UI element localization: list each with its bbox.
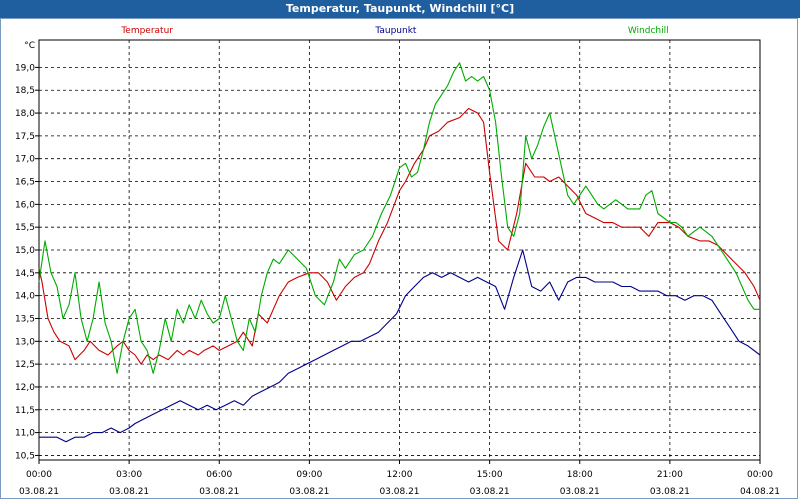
y-tick-label: 13,5 <box>15 314 35 324</box>
x-tick-date: 04.08.21 <box>740 487 780 497</box>
y-tick-label: 16,0 <box>15 200 35 210</box>
x-tick-date: 03.08.21 <box>289 487 329 497</box>
x-tick-time: 00:00 <box>26 470 52 480</box>
y-tick-label: 12,0 <box>15 383 35 393</box>
legend-entry-windchill: Windchill <box>628 26 669 36</box>
x-tick-time: 12:00 <box>387 470 413 480</box>
y-tick-label: 14,0 <box>15 292 35 302</box>
y-tick-label: 15,5 <box>15 223 35 233</box>
x-tick-date: 03.08.21 <box>470 487 510 497</box>
x-tick-date: 03.08.21 <box>379 487 419 497</box>
x-tick-date: 03.08.21 <box>650 487 690 497</box>
y-tick-label: 17,0 <box>15 155 35 165</box>
y-tick-label: 16,5 <box>15 178 35 188</box>
y-unit-label: °C <box>24 41 35 51</box>
x-tick-time: 15:00 <box>477 470 503 480</box>
chart-svg: 10,5 11,0 11,5 12,0 12,5 13,0 13,5 14,0 14,5 15,0… <box>15 26 780 497</box>
x-tick-date: 03.08.21 <box>560 487 600 497</box>
y-tick-label: 18,0 <box>15 109 35 119</box>
x-tick-date: 03.08.21 <box>199 487 239 497</box>
y-tick-label: 19,0 <box>15 63 35 73</box>
x-tick-time: 18:00 <box>567 470 593 480</box>
y-tick-label: 12,5 <box>15 360 35 370</box>
y-tick-label: 11,5 <box>15 406 35 416</box>
y-tick-label: 14,5 <box>15 269 35 279</box>
x-tick-time: 06:00 <box>206 470 232 480</box>
series-line-temperatur <box>38 107 761 365</box>
y-tick-label: 18,5 <box>15 86 35 96</box>
x-tick-time: 00:00 <box>747 470 773 480</box>
y-tick-label: 13,0 <box>15 337 35 347</box>
legend-entry-taupunkt: Taupunkt <box>374 26 417 36</box>
series-line-windchill <box>38 62 760 374</box>
y-tick-label: 11,0 <box>15 429 35 439</box>
x-tick-date: 03.08.21 <box>19 487 59 497</box>
y-tick-label: 15,0 <box>15 246 35 256</box>
x-tick-time: 09:00 <box>296 470 322 480</box>
y-tick-label: 17,5 <box>15 132 35 142</box>
x-tick-time: 03:00 <box>116 470 142 480</box>
legend-entry-temperatur: Temperatur <box>120 26 173 36</box>
x-tick-date: 03.08.21 <box>109 487 149 497</box>
x-tick-time: 21:00 <box>657 470 683 480</box>
y-tick-label: 10,5 <box>15 451 35 461</box>
